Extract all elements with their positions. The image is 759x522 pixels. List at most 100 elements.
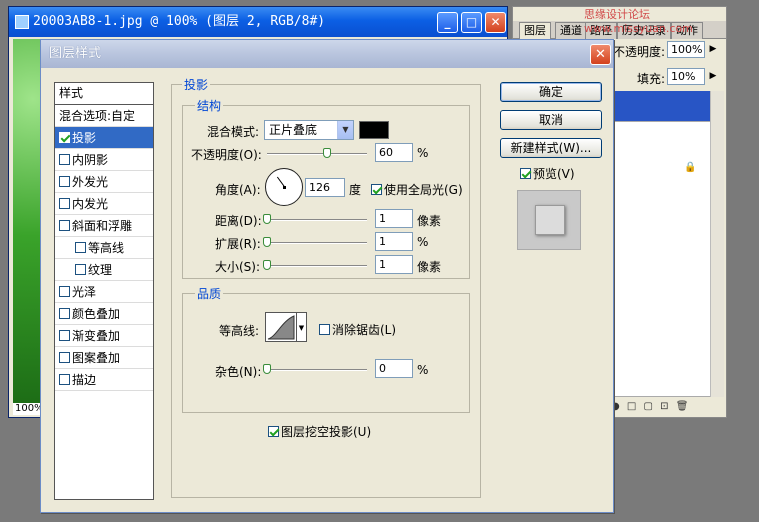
- ok-button[interactable]: 确定: [500, 82, 602, 102]
- size-input[interactable]: 1: [375, 255, 413, 274]
- style-item-outer-glow[interactable]: 外发光: [55, 171, 153, 193]
- style-item-checkbox[interactable]: [59, 286, 70, 297]
- spread-slider-thumb[interactable]: [263, 237, 271, 247]
- style-item-color-overlay[interactable]: 颜色叠加: [55, 303, 153, 325]
- angle-dial[interactable]: [265, 168, 303, 206]
- spread-slider-track[interactable]: [267, 242, 367, 244]
- opacity-unit: %: [417, 146, 429, 160]
- opacity-input[interactable]: 60: [375, 143, 413, 162]
- style-item-label: 光泽: [72, 285, 97, 299]
- panel-opacity-label: 不透明度:: [613, 45, 666, 59]
- photoshop-document-icon: [15, 15, 29, 29]
- style-item-checkbox[interactable]: [59, 220, 70, 231]
- style-item-label: 纹理: [88, 263, 113, 277]
- style-item-pattern-overlay[interactable]: 图案叠加: [55, 347, 153, 369]
- opacity-slider-thumb[interactable]: [323, 148, 331, 158]
- size-slider-thumb[interactable]: [263, 260, 271, 270]
- structure-legend: 结构: [195, 97, 224, 114]
- panel-opacity-input[interactable]: 100%: [667, 41, 705, 58]
- style-item-checkbox[interactable]: [59, 198, 70, 209]
- knockout-checkbox[interactable]: 图层挖空投影(U): [268, 423, 371, 440]
- layer-style-dialog: 图层样式 ✕ 样式 混合选项:自定投影内阴影外发光内发光斜面和浮雕 等高线纹理光泽…: [40, 39, 614, 513]
- angle-input[interactable]: 126: [305, 178, 345, 197]
- panel-fill-arrow-icon[interactable]: ▶: [707, 68, 719, 85]
- layers-scrollbar[interactable]: [710, 91, 724, 397]
- opacity-slider-track[interactable]: [267, 153, 367, 155]
- distance-unit: 像素: [417, 214, 442, 228]
- drop-shadow-panel: 投影 结构 混合模式: 正片叠底 ▼ 不透明度(O): 60 % 角度(A): …: [171, 76, 481, 498]
- style-item-label: 混合选项:自定: [59, 109, 136, 123]
- style-item-label: 图案叠加: [72, 351, 121, 365]
- style-item-bevel-emboss[interactable]: 斜面和浮雕: [55, 215, 153, 237]
- structure-group: 结构 混合模式: 正片叠底 ▼ 不透明度(O): 60 % 角度(A): 126…: [182, 97, 470, 279]
- new-style-button[interactable]: 新建样式(W)...: [500, 138, 602, 158]
- shadow-color-swatch[interactable]: [359, 121, 389, 139]
- distance-slider-track[interactable]: [267, 219, 367, 221]
- preview-label: 预览(V): [533, 167, 575, 181]
- distance-input[interactable]: 1: [375, 209, 413, 228]
- spread-input[interactable]: 1: [375, 232, 413, 251]
- noise-slider-track[interactable]: [267, 369, 367, 371]
- style-item-label: 内发光: [72, 197, 109, 211]
- style-item-checkbox[interactable]: [59, 352, 70, 363]
- style-item-checkbox[interactable]: [59, 176, 70, 187]
- cancel-button[interactable]: 取消: [500, 110, 602, 130]
- style-item-texture[interactable]: 纹理: [55, 259, 153, 281]
- style-item-checkbox[interactable]: [59, 154, 70, 165]
- style-item-label: 内阴影: [72, 153, 109, 167]
- dialog-titlebar[interactable]: 图层样式: [41, 40, 613, 68]
- contour-picker[interactable]: [265, 312, 297, 342]
- style-preview-sample: [535, 205, 565, 235]
- preview-checkbox[interactable]: 预览(V): [520, 165, 575, 182]
- style-item-checkbox[interactable]: [59, 330, 70, 341]
- style-item-contour[interactable]: 等高线: [55, 237, 153, 259]
- tab-layers[interactable]: 图层: [519, 22, 551, 39]
- preview-check-icon: [520, 168, 531, 179]
- noise-input[interactable]: 0: [375, 359, 413, 378]
- selected-layer-row[interactable]: [611, 91, 711, 121]
- document-titlebar[interactable]: 20003AB8-1.jpg @ 100% (图层 2, RGB/8#): [9, 7, 507, 37]
- style-item-blending-options[interactable]: 混合选项:自定: [55, 105, 153, 127]
- style-item-checkbox[interactable]: [75, 264, 86, 275]
- blend-mode-select[interactable]: 正片叠底 ▼: [264, 120, 354, 140]
- style-item-gradient-overlay[interactable]: 渐变叠加: [55, 325, 153, 347]
- style-item-inner-glow[interactable]: 内发光: [55, 193, 153, 215]
- global-light-checkbox[interactable]: 使用全局光(G): [371, 181, 463, 198]
- minimize-button[interactable]: _: [437, 12, 458, 33]
- anti-alias-check-icon: [319, 324, 330, 335]
- panel-fill-label: 填充:: [637, 72, 666, 86]
- quality-legend: 品质: [195, 285, 224, 302]
- panel-fill-input[interactable]: 10%: [667, 68, 705, 85]
- style-list: 样式 混合选项:自定投影内阴影外发光内发光斜面和浮雕 等高线纹理光泽颜色叠加 渐变叠…: [54, 82, 154, 500]
- style-list-header[interactable]: 样式: [55, 83, 153, 105]
- distance-slider-thumb[interactable]: [263, 214, 271, 224]
- style-item-satin[interactable]: 光泽: [55, 281, 153, 303]
- noise-slider-thumb[interactable]: [263, 364, 271, 374]
- size-slider-track[interactable]: [267, 265, 367, 267]
- maximize-button[interactable]: □: [461, 12, 482, 33]
- angle-label: 角度(A):: [215, 183, 261, 197]
- chevron-down-icon: ▼: [337, 121, 353, 139]
- contour-dropdown-icon[interactable]: ▼: [297, 312, 307, 342]
- noise-label: 杂色(N):: [215, 365, 262, 379]
- panel-footer-icons[interactable]: ● □ ▢ ⊡ 🗑: [611, 401, 721, 415]
- dialog-close-button[interactable]: ✕: [590, 44, 611, 65]
- blend-mode-label: 混合模式:: [207, 125, 260, 139]
- panel-opacity-arrow-icon[interactable]: ▶: [707, 41, 719, 58]
- style-item-drop-shadow[interactable]: 投影: [55, 127, 153, 149]
- anti-alias-checkbox[interactable]: 消除锯齿(L): [319, 321, 396, 338]
- style-item-checkbox[interactable]: [59, 132, 70, 143]
- style-item-checkbox[interactable]: [59, 374, 70, 385]
- watermark: 思缘设计论坛 www.missyuan.com: [584, 8, 693, 35]
- style-item-stroke[interactable]: 描边: [55, 369, 153, 391]
- spread-unit: %: [417, 235, 429, 249]
- style-item-inner-shadow[interactable]: 内阴影: [55, 149, 153, 171]
- style-item-checkbox[interactable]: [75, 242, 86, 253]
- style-item-checkbox[interactable]: [59, 308, 70, 319]
- layers-list[interactable]: 🔒: [611, 121, 711, 397]
- tab-channels[interactable]: 通道: [555, 22, 587, 39]
- size-unit: 像素: [417, 260, 442, 274]
- blend-mode-value: 正片叠底: [269, 123, 318, 137]
- document-close-button[interactable]: ✕: [485, 12, 506, 33]
- style-preview-swatch: [517, 190, 581, 250]
